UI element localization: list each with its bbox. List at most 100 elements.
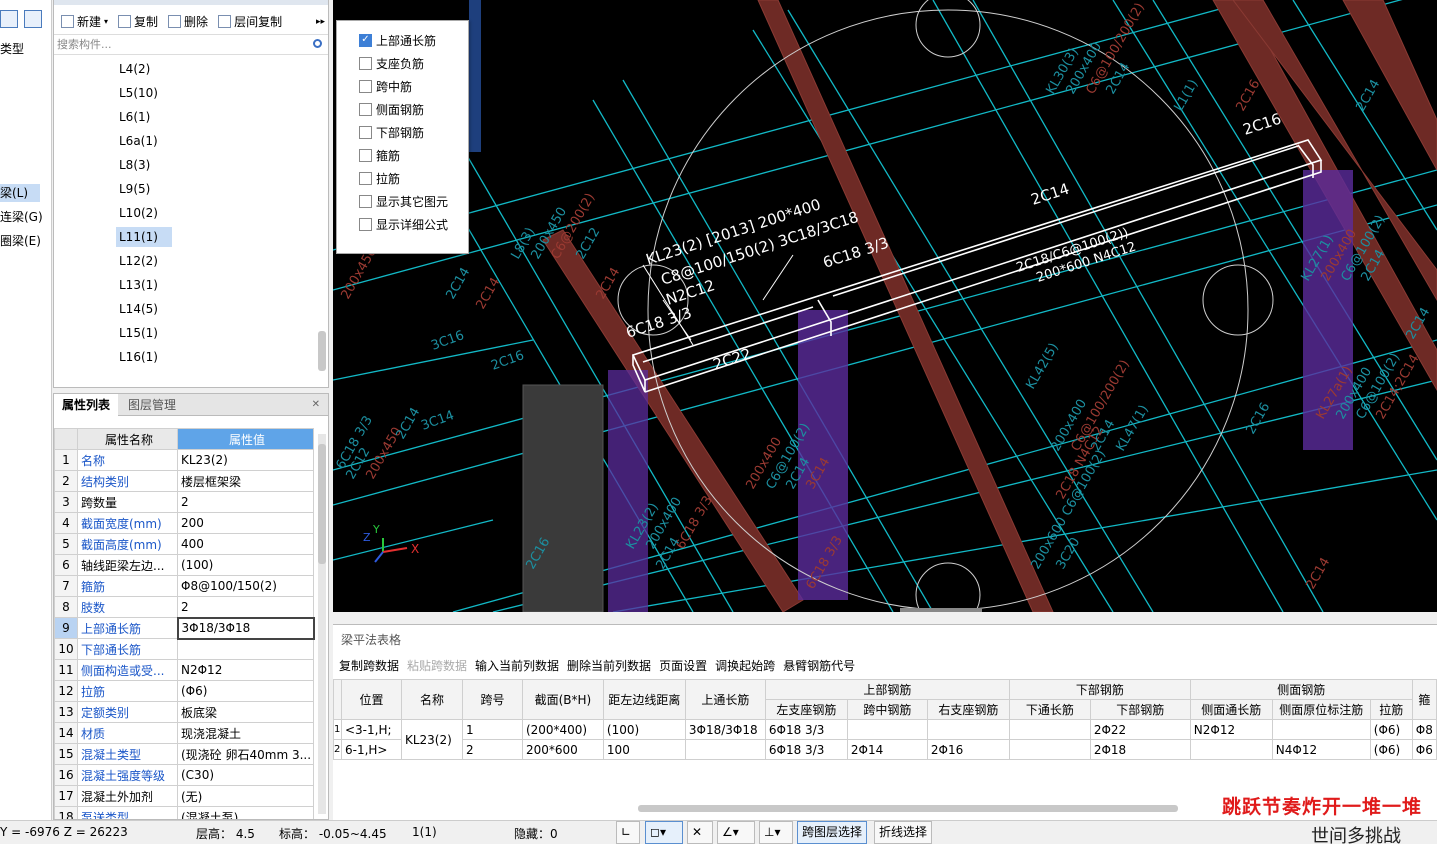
filter-option[interactable]: ✓ 上部通长筋 — [359, 31, 436, 49]
beam-cell-section[interactable]: 200*600 — [521, 739, 604, 760]
cross-icon[interactable]: ✕ — [687, 821, 713, 844]
cross-floor-select-button[interactable]: 跨图层选择 — [797, 821, 868, 844]
beam-cell-bottom[interactable]: 2Φ22 — [1089, 719, 1191, 740]
tree-item[interactable]: L10(2) — [116, 203, 161, 223]
angle-icon[interactable]: ∠▾ — [717, 821, 755, 844]
checkbox[interactable] — [359, 102, 372, 116]
beam-cell-right-support[interactable]: 2Φ16 — [926, 739, 1010, 760]
beam-cell-left-support[interactable]: 6Φ18 3/3 — [764, 739, 848, 760]
property-value[interactable]: KL23(2) — [177, 449, 314, 471]
type-item-link-beam[interactable]: 连梁(G) — [0, 208, 43, 225]
property-value[interactable]: 3Φ18/3Φ18 — [176, 616, 315, 640]
property-row[interactable]: 18 泵送类型 (混凝土泵) — [54, 806, 314, 819]
property-value[interactable]: (Φ6) — [177, 680, 314, 702]
copy-button[interactable]: 复制 — [115, 13, 161, 30]
checkbox[interactable] — [359, 148, 372, 162]
property-row[interactable]: 8 肢数 2 — [54, 596, 314, 618]
beam-cell-span[interactable]: 1 — [461, 719, 523, 740]
filter-option[interactable]: 拉筋 — [359, 169, 400, 187]
filter-option[interactable]: 下部钢筋 — [359, 123, 424, 141]
property-value[interactable]: 400 — [177, 533, 314, 555]
ortho-icon[interactable]: ∟ — [616, 821, 640, 844]
property-value[interactable]: N2Φ12 — [177, 659, 314, 681]
search-input[interactable]: 搜索构件... — [54, 35, 328, 55]
cad-3d-viewport[interactable]: KL23(2) [2013] 200*400 C8@100/150(2) 3C18… — [333, 0, 1437, 612]
property-value[interactable]: (混凝土泵) — [177, 806, 314, 819]
property-row[interactable]: 1 名称 KL23(2) — [54, 449, 314, 471]
property-row[interactable]: 12 拉筋 (Φ6) — [54, 680, 314, 702]
beam-name-cell[interactable]: KL23(2) — [400, 719, 463, 760]
tree-item[interactable]: L4(2) — [116, 59, 153, 79]
beam-cell-right-support[interactable] — [926, 719, 1010, 740]
beam-cell-position[interactable]: 6-1,H> — [340, 739, 402, 760]
tree-item[interactable]: L15(1) — [116, 323, 161, 343]
select-mode-icon[interactable]: ◻▾ — [645, 821, 683, 844]
more-icon[interactable]: ▸▸ — [313, 17, 328, 27]
checkbox[interactable] — [359, 56, 372, 70]
property-value[interactable]: (100) — [177, 554, 314, 576]
type-item-beam[interactable]: 梁(L) — [0, 184, 40, 202]
checkbox[interactable]: ✓ — [359, 33, 372, 47]
beam-table-hscrollbar[interactable] — [638, 805, 1178, 812]
property-value[interactable]: 现浇混凝土 — [177, 722, 314, 744]
new-button[interactable]: 新建 ▾ — [58, 13, 111, 30]
property-scrollbar[interactable] — [318, 434, 326, 814]
property-value[interactable]: 板底梁 — [177, 701, 314, 723]
property-row[interactable]: 9 上部通长筋 3Φ18/3Φ18 — [54, 616, 315, 640]
beam-tool-button[interactable]: 调换起始跨 — [715, 657, 775, 674]
property-value[interactable]: 2 — [177, 491, 314, 513]
property-value[interactable]: 楼层框架梁 — [177, 470, 314, 492]
checkbox[interactable] — [359, 171, 372, 185]
delete-button[interactable]: 删除 — [165, 13, 211, 30]
beam-cell-section[interactable]: (200*400) — [521, 719, 604, 740]
filter-option[interactable]: 显示详细公式 — [359, 215, 448, 233]
property-row[interactable]: 3 跨数量 2 — [54, 491, 314, 513]
property-row[interactable]: 4 截面宽度(mm) 200 — [54, 512, 314, 534]
beam-tool-button[interactable]: 删除当前列数据 — [567, 657, 651, 674]
scroll-thumb[interactable] — [318, 444, 326, 564]
tree-item[interactable]: L5(10) — [116, 83, 161, 103]
beam-cell-extra[interactable]: Φ8 — [1411, 719, 1437, 740]
property-row[interactable]: 10 下部通长筋 — [54, 638, 314, 660]
beam-cell-side-through[interactable] — [1189, 739, 1273, 760]
beam-cell-span[interactable]: 2 — [461, 739, 523, 760]
property-row[interactable]: 13 定额类别 板底梁 — [54, 701, 314, 723]
tree-item[interactable]: L6(1) — [116, 107, 153, 127]
beam-cell-top-through[interactable] — [684, 739, 766, 760]
tree-item[interactable]: L6a(1) — [116, 131, 161, 151]
list-view-icon[interactable] — [0, 10, 18, 28]
property-value[interactable]: (C30) — [177, 764, 314, 786]
beam-cell-left-dist[interactable]: 100 — [602, 739, 686, 760]
beam-tool-button[interactable]: 悬臂钢筋代号 — [783, 657, 855, 674]
beam-cell-bottom-through[interactable] — [1008, 739, 1091, 760]
type-item-ring-beam[interactable]: 圈梁(E) — [0, 232, 41, 249]
checkbox[interactable] — [359, 194, 372, 208]
beam-cell-tie[interactable]: (Φ6) — [1369, 739, 1413, 760]
property-row[interactable]: 14 材质 现浇混凝土 — [54, 722, 314, 744]
filter-option[interactable]: 跨中筋 — [359, 77, 412, 95]
beam-cell-side-orig[interactable]: N4Φ12 — [1271, 739, 1371, 760]
tab-layer-manage[interactable]: 图层管理 — [120, 394, 184, 416]
tree-item[interactable]: L8(3) — [116, 155, 153, 175]
property-value[interactable]: (现浇砼 卵石40mm 3... — [177, 743, 314, 765]
beam-cell-extra[interactable]: Φ6 — [1411, 739, 1437, 760]
filter-option[interactable]: 箍筋 — [359, 146, 400, 164]
beam-tool-button[interactable]: 输入当前列数据 — [475, 657, 559, 674]
checkbox[interactable] — [359, 217, 372, 231]
close-icon[interactable]: ✕ — [304, 394, 328, 416]
tree-item[interactable]: L14(5) — [116, 299, 161, 319]
beam-row[interactable]: 1 <3-1,H; KL23(2) 1 (200*400) (100) 3Φ18/3Φ18 6… — [333, 719, 1437, 760]
property-row[interactable]: 7 箍筋 Φ8@100/150(2) — [54, 575, 314, 597]
filter-option[interactable]: 支座负筋 — [359, 54, 424, 72]
viewport-splitter[interactable] — [900, 608, 982, 612]
beam-tool-button[interactable]: 粘贴跨数据 — [407, 657, 467, 674]
beam-cell-bottom-through[interactable] — [1008, 719, 1091, 740]
beam-cell-side-through[interactable]: N2Φ12 — [1189, 719, 1273, 740]
property-value[interactable]: (无) — [177, 785, 314, 807]
floor-copy-button[interactable]: 层间复制 — [215, 13, 285, 30]
property-value[interactable] — [177, 638, 314, 660]
property-row[interactable]: 11 侧面构造或受... N2Φ12 — [54, 659, 314, 681]
property-row[interactable]: 5 截面高度(mm) 400 — [54, 533, 314, 555]
property-value[interactable]: 200 — [177, 512, 314, 534]
property-row[interactable]: 15 混凝土类型 (现浇砼 卵石40mm 3... — [54, 743, 314, 765]
